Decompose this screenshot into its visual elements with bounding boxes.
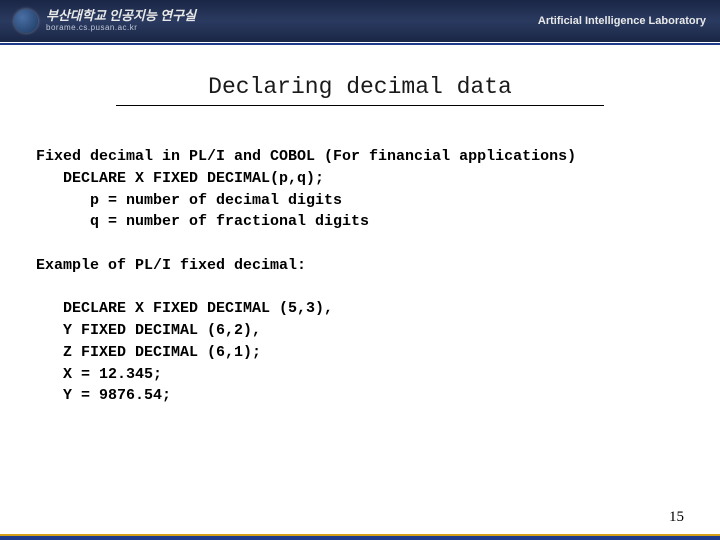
text-line: Z FIXED DECIMAL (6,1); [36,344,261,361]
org-url: borame.cs.pusan.ac.kr [46,24,196,33]
body-text: Fixed decimal in PL/I and COBOL (For fin… [36,146,684,407]
text-line: Example of PL/I fixed decimal: [36,257,306,274]
text-line: Y = 9876.54; [36,387,171,404]
footer-stripe [0,534,720,540]
slide-title: Declaring decimal data [116,74,604,106]
text-line: DECLARE X FIXED DECIMAL (5,3), [36,300,333,317]
university-logo-icon [14,9,38,33]
text-line: DECLARE X FIXED DECIMAL(p,q); [36,170,324,187]
page-number: 15 [669,509,684,526]
org-name: 부산대학교 인공지능 연구실 [46,9,196,23]
slide-header: 부산대학교 인공지능 연구실 borame.cs.pusan.ac.kr Art… [0,0,720,42]
text-line: p = number of decimal digits [36,192,342,209]
header-title-block: 부산대학교 인공지능 연구실 borame.cs.pusan.ac.kr [46,9,196,32]
text-line: Y FIXED DECIMAL (6,2), [36,322,261,339]
slide-content: Declaring decimal data Fixed decimal in … [0,46,720,407]
text-line: X = 12.345; [36,366,162,383]
text-line: q = number of fractional digits [36,213,369,230]
text-line: Fixed decimal in PL/I and COBOL (For fin… [36,148,576,165]
header-left: 부산대학교 인공지능 연구실 borame.cs.pusan.ac.kr [14,9,196,33]
lab-label: Artificial Intelligence Laboratory [538,15,706,27]
slide-footer: 15 [0,534,720,540]
